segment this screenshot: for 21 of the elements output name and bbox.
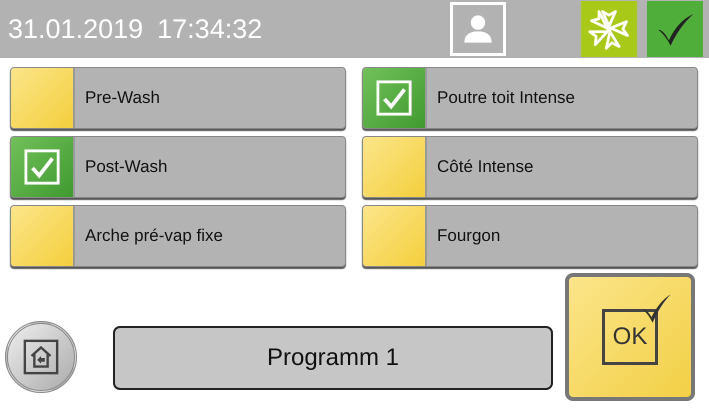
option-button[interactable]: Fourgon — [362, 205, 698, 267]
ok-button[interactable]: OK — [565, 273, 695, 401]
checkbox[interactable] — [363, 137, 427, 197]
check-icon — [23, 148, 61, 186]
option-button[interactable]: Côté Intense — [362, 136, 698, 198]
user-icon[interactable] — [450, 2, 506, 56]
checkbox[interactable] — [363, 68, 427, 128]
checkbox[interactable] — [11, 137, 75, 197]
time-text: 17:34:32 — [157, 14, 262, 44]
option-button[interactable]: Arche pré-vap fixe — [10, 205, 346, 267]
checkbox[interactable] — [363, 206, 427, 266]
program-field: Programm 1 — [113, 326, 553, 390]
option-button[interactable]: Post-Wash — [10, 136, 346, 198]
flower-icon — [581, 1, 637, 57]
option-button[interactable]: Poutre toit Intense — [362, 67, 698, 129]
date-text: 31.01.2019 — [8, 14, 144, 44]
check-icon — [375, 79, 413, 117]
home-icon — [22, 338, 60, 376]
option-button[interactable]: Pre-Wash — [10, 67, 346, 129]
checkbox[interactable] — [11, 206, 75, 266]
checkbox[interactable] — [11, 68, 75, 128]
